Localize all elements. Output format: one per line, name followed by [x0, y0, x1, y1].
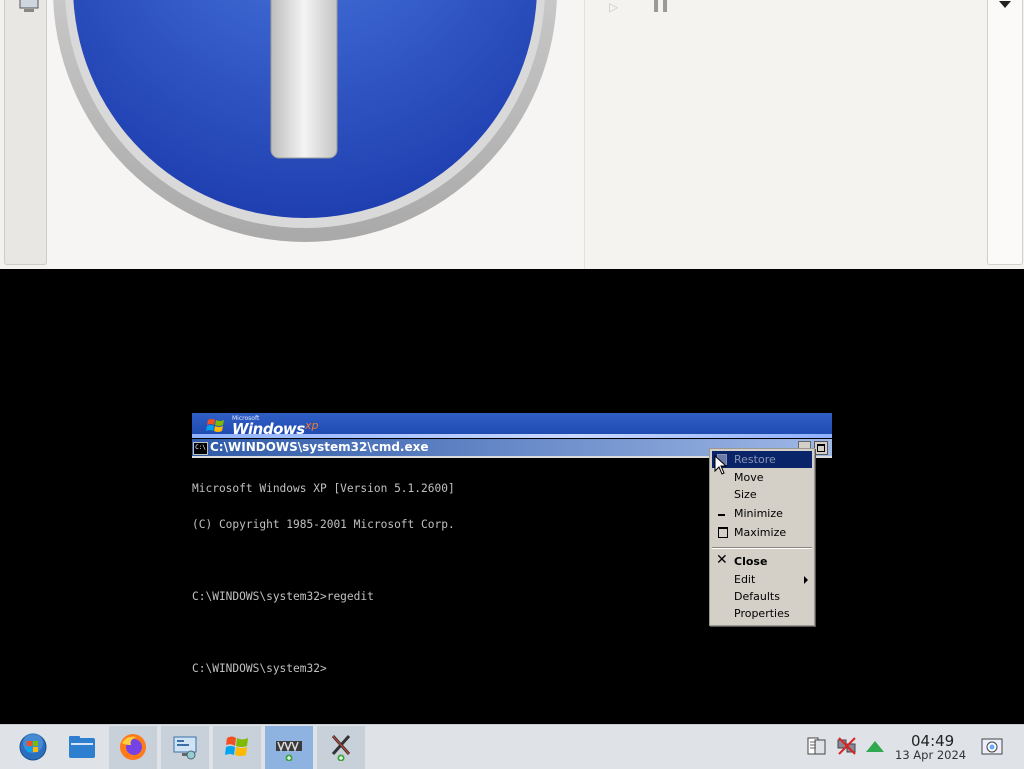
file-manager-button[interactable]: [58, 726, 106, 769]
image-viewer-window: ▷ ❚❚: [0, 0, 1024, 269]
clipboard-icon[interactable]: [806, 736, 828, 756]
maximize-icon: [718, 527, 728, 538]
system-monitor-button[interactable]: [161, 726, 209, 769]
menu-separator: [712, 547, 812, 549]
screenshot-icon[interactable]: [981, 736, 1003, 756]
mouse-cursor-icon: [714, 455, 728, 475]
windows-orb-icon: [19, 733, 47, 761]
firefox-icon: [120, 734, 146, 760]
chevron-down-icon: [999, 1, 1011, 8]
pause-icon[interactable]: ❚❚: [651, 0, 670, 12]
left-sidebar-panel: [4, 0, 47, 265]
windows-flag-icon: [225, 736, 248, 756]
menu-item-label: Edit: [734, 573, 756, 586]
info-icon: [53, 0, 557, 242]
menu-item-size[interactable]: Size: [712, 486, 812, 503]
menu-item-edit[interactable]: Edit: [712, 571, 812, 588]
virtualbox-app-button[interactable]: [265, 726, 313, 769]
firefox-button[interactable]: [109, 726, 157, 769]
network-computer-icon: [173, 736, 197, 760]
menu-item-label: Minimize: [734, 507, 783, 520]
menu-item-defaults[interactable]: Defaults: [712, 588, 812, 605]
window-title: C:\WINDOWS\system32\cmd.exe: [210, 440, 429, 454]
menu-item-label: Restore: [734, 453, 776, 466]
media-control-pane: ▷ ❚❚: [585, 0, 985, 269]
update-arrow-icon[interactable]: [864, 736, 886, 756]
windows-xp-vm-button[interactable]: [213, 726, 261, 769]
menu-item-label: Move: [734, 471, 764, 484]
play-icon[interactable]: ▷: [609, 0, 618, 14]
menu-item-minimize[interactable]: Minimize: [712, 505, 812, 522]
maximize-button[interactable]: [814, 441, 828, 455]
menu-item-label: Properties: [734, 607, 790, 620]
menu-item-maximize[interactable]: Maximize: [712, 524, 812, 541]
minimize-icon: [718, 514, 725, 516]
menu-item-label: Defaults: [734, 590, 780, 603]
menu-item-label: Maximize: [734, 526, 787, 539]
vm-icon: [276, 741, 302, 761]
submenu-arrow-icon: [804, 576, 808, 584]
x-app-button[interactable]: [317, 726, 365, 769]
menu-item-close[interactable]: ✕ Close: [712, 552, 812, 570]
close-icon: ✕: [716, 552, 728, 568]
x-icon: [331, 735, 351, 761]
xp-edition-mark: xp: [305, 419, 319, 432]
folder-icon: [69, 736, 95, 758]
image-view-area: [47, 0, 585, 269]
start-menu-button[interactable]: [9, 726, 57, 769]
windows-flag-icon: [206, 419, 224, 432]
menu-item-properties[interactable]: Properties: [712, 605, 812, 622]
windows-xp-banner: Microsoft Windows xp: [192, 413, 832, 438]
monitor-icon[interactable]: [18, 0, 40, 14]
cmd-icon[interactable]: C:\: [193, 442, 208, 455]
clock-date[interactable]: 13 Apr 2024: [895, 748, 966, 762]
network-disconnected-icon[interactable]: [836, 736, 858, 756]
banner-highlight: [192, 434, 832, 438]
console-prompt: C:\WINDOWS\system32>: [192, 662, 327, 675]
dropdown-button[interactable]: [987, 0, 1023, 265]
menu-item-label: Size: [734, 488, 757, 501]
menu-item-label: Close: [734, 555, 768, 568]
